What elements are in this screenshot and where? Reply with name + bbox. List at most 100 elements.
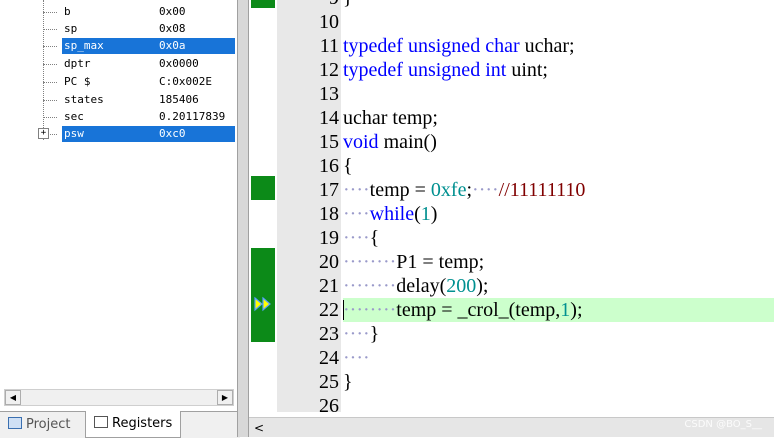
registers-icon <box>94 416 108 428</box>
code-text: ( <box>414 203 421 225</box>
coverage-marker <box>251 176 275 200</box>
line-number: 9 <box>279 0 339 10</box>
code-line[interactable]: typedef unsigned char uchar; <box>343 34 774 58</box>
code-text: P1 = temp; <box>396 251 485 273</box>
tab-registers[interactable]: Registers <box>85 411 182 438</box>
register-value[interactable]: 185406 <box>157 92 201 108</box>
code-number: 1 <box>420 203 431 225</box>
line-number: 26 <box>319 395 339 412</box>
register-row-dptr[interactable]: dptr 0x0000 <box>0 56 236 72</box>
code-comment: //11111110 <box>498 179 586 201</box>
register-row-psw[interactable]: psw 0xc0 <box>0 126 236 142</box>
panel-splitter[interactable] <box>237 0 249 437</box>
code-text: } <box>369 323 380 345</box>
code-line[interactable]: uchar temp; <box>343 106 774 130</box>
scroll-left-arrow-icon[interactable]: ◀ <box>5 390 21 405</box>
line-number: 24 <box>319 347 339 369</box>
code-area[interactable]: } typedef unsigned char uchar; typedef u… <box>343 0 774 412</box>
code-text: } <box>343 371 353 393</box>
scroll-left-arrow-icon[interactable]: < <box>251 420 267 436</box>
code-text: uint; <box>506 59 548 81</box>
line-number: 21 <box>319 275 339 297</box>
expand-psw-button[interactable]: + <box>38 128 49 139</box>
register-name: dptr <box>64 57 91 70</box>
code-line[interactable]: ········delay(200); <box>343 274 774 298</box>
line-number: 10 <box>319 11 339 33</box>
register-name: psw <box>62 126 157 142</box>
code-number: 1 <box>560 299 571 321</box>
code-number: 200 <box>446 275 477 297</box>
register-value[interactable]: 0x00 <box>157 4 188 20</box>
register-name: sp_max <box>62 38 157 54</box>
code-line[interactable]: ····{ <box>343 226 774 250</box>
tab-project-label: Project <box>26 417 71 432</box>
code-line[interactable]: ···· <box>343 346 774 370</box>
register-value[interactable]: 0x0000 <box>157 56 201 72</box>
code-line[interactable]: ····while(1) <box>343 202 774 226</box>
line-number: 16 <box>319 155 339 177</box>
line-number: 12 <box>319 59 339 81</box>
code-text: temp = _crol_(temp, <box>396 299 561 321</box>
register-name: sp <box>64 22 78 35</box>
register-value[interactable]: 0x0a <box>157 38 235 54</box>
coverage-marker <box>251 0 275 8</box>
code-text: ); <box>570 299 583 321</box>
code-line[interactable]: ····temp = 0xfe;····//11111110 <box>343 178 774 202</box>
code-text: ); <box>476 275 489 297</box>
code-number: 0xfe <box>430 179 467 201</box>
register-value[interactable]: 0x08 <box>157 21 188 37</box>
code-text: delay( <box>396 275 447 297</box>
registers-panel: b 0x00 sp 0x08 sp_max 0x0a dptr 0x0000 P… <box>0 0 240 438</box>
code-keyword: while <box>369 203 415 225</box>
line-number: 22 <box>319 299 339 321</box>
register-value[interactable]: C:0x002E <box>157 74 214 90</box>
horizontal-scrollbar[interactable]: ◀ ▶ <box>4 389 234 406</box>
current-instruction-arrow-icon <box>254 296 271 312</box>
editor-horizontal-scrollbar[interactable]: < CSDN @BO_S__ <box>249 417 774 437</box>
register-value[interactable]: 0xc0 <box>157 126 235 142</box>
register-row-sp-max[interactable]: sp_max 0x0a <box>0 38 236 54</box>
code-line[interactable]: } <box>343 0 774 10</box>
code-line[interactable]: ········P1 = temp; <box>343 250 774 274</box>
line-number: 11 <box>319 35 339 57</box>
line-number: 25 <box>319 371 339 393</box>
code-editor[interactable]: 9 10 11 12 13 14 15 16 17 18 19 20 21 22… <box>249 0 774 437</box>
panel-tabs: Project Registers <box>0 411 240 438</box>
coverage-marker <box>251 248 275 342</box>
register-name: b <box>64 5 71 18</box>
register-row-sec[interactable]: sec 0.20117839 <box>0 109 236 125</box>
code-text: } <box>343 0 353 9</box>
register-row-sp[interactable]: sp 0x08 <box>0 21 236 37</box>
code-keyword: void <box>343 131 379 153</box>
register-row-states[interactable]: states 185406 <box>0 92 236 108</box>
code-text: { <box>369 227 380 249</box>
line-number: 23 <box>319 323 339 345</box>
tab-registers-label: Registers <box>112 416 173 431</box>
line-number: 18 <box>319 203 339 225</box>
register-value[interactable]: 0.20117839 <box>157 109 227 125</box>
register-row-b[interactable]: b 0x00 <box>0 4 236 20</box>
code-line[interactable]: { <box>343 154 774 178</box>
line-number: 15 <box>319 131 339 153</box>
register-name: states <box>64 93 104 106</box>
code-line[interactable]: } <box>343 370 774 394</box>
code-line[interactable]: void main() <box>343 130 774 154</box>
code-text: main() <box>378 131 437 153</box>
line-number: 17 <box>319 179 339 201</box>
scroll-right-arrow-icon[interactable]: ▶ <box>217 390 233 405</box>
code-keyword: typedef unsigned int <box>343 59 507 81</box>
register-row-pc[interactable]: PC $ C:0x002E <box>0 74 236 90</box>
code-text: { <box>343 155 353 177</box>
code-keyword: typedef unsigned char <box>343 35 520 57</box>
register-name: PC $ <box>64 75 91 88</box>
register-name: sec <box>64 110 84 123</box>
code-text: ) <box>430 203 438 225</box>
breakpoint-margin[interactable] <box>249 0 277 420</box>
code-line[interactable]: ····} <box>343 322 774 346</box>
tab-project[interactable]: Project <box>8 412 70 437</box>
watermark: CSDN @BO_S__ <box>684 419 762 430</box>
current-code-line[interactable]: ········temp = _crol_(temp,1); <box>343 298 774 322</box>
line-number: 20 <box>319 251 339 273</box>
line-number: 13 <box>319 83 339 105</box>
code-line[interactable]: typedef unsigned int uint; <box>343 58 774 82</box>
